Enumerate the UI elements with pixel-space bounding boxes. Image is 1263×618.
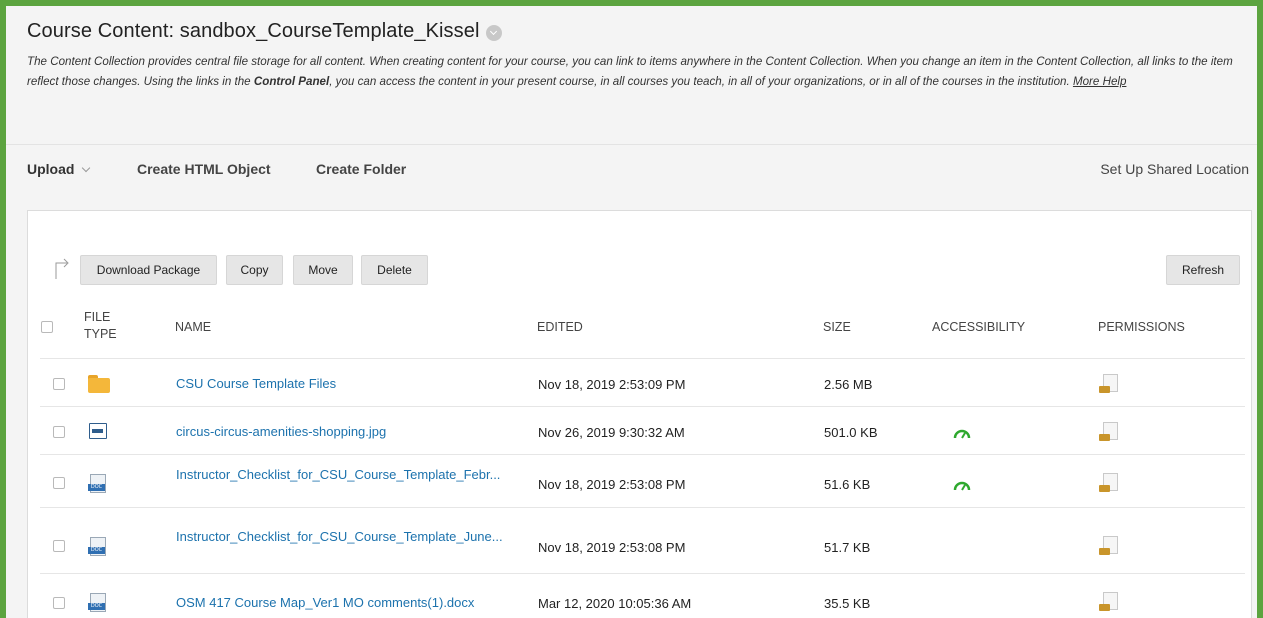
item-size: 35.5 KB [824,596,871,611]
row-divider [40,573,1245,574]
doc-file-icon: DOC [88,474,110,494]
permissions-icon[interactable] [1098,592,1120,612]
page-frame: Course Content: sandbox_CourseTemplate_K… [0,0,1263,618]
permissions-icon[interactable] [1098,473,1120,493]
item-name-link[interactable]: circus-circus-amenities-shopping.jpg [176,424,386,439]
row-divider [40,406,1245,407]
content-panel: Download Package Copy Move Delete Refres… [27,210,1252,618]
desc-text-2: , you can access the content in your pre… [329,75,1073,88]
row-checkbox[interactable] [53,426,65,438]
item-name-link[interactable]: CSU Course Template Files [176,376,336,391]
set-up-shared-location-button[interactable]: Set Up Shared Location [1100,161,1249,177]
page-header: Course Content: sandbox_CourseTemplate_K… [6,6,1257,144]
select-arrow-icon [55,258,69,279]
title-row: Course Content: sandbox_CourseTemplate_K… [27,20,502,43]
row-divider [40,507,1245,508]
row-checkbox[interactable] [53,378,65,390]
accessibility-score-icon[interactable] [953,427,971,439]
image-file-icon [88,422,110,442]
permissions-icon[interactable] [1098,374,1120,394]
item-size: 51.6 KB [824,477,871,492]
row-divider [40,454,1245,455]
select-all-checkbox[interactable] [41,321,53,333]
item-name-link[interactable]: OSM 417 Course Map_Ver1 MO comments(1).d… [176,595,474,610]
page-title: Course Content: sandbox_CourseTemplate_K… [27,20,480,42]
doc-file-icon: DOC [88,593,110,613]
delete-button[interactable]: Delete [361,255,428,285]
header-divider-line [40,358,1245,359]
upload-menu[interactable]: Upload [27,161,91,177]
download-package-button[interactable]: Download Package [80,255,217,285]
item-edited: Nov 18, 2019 2:53:08 PM [538,540,686,555]
item-size: 51.7 KB [824,540,871,555]
item-edited: Nov 18, 2019 2:53:09 PM [538,377,686,392]
title-options-icon[interactable] [485,24,502,41]
column-size[interactable]: Size [823,320,851,334]
upload-label: Upload [27,161,75,177]
permissions-icon[interactable] [1098,422,1120,442]
row-checkbox[interactable] [53,477,65,489]
refresh-button[interactable]: Refresh [1166,255,1240,285]
item-size: 501.0 KB [824,425,878,440]
column-edited[interactable]: Edited [537,320,583,334]
permissions-icon[interactable] [1098,536,1120,556]
column-file-type-line2: Type [84,327,117,341]
item-size: 2.56 MB [824,377,873,392]
item-edited: Nov 26, 2019 9:30:32 AM [538,425,685,440]
row-checkbox[interactable] [53,540,65,552]
move-button[interactable]: Move [293,255,353,285]
item-edited: Nov 18, 2019 2:53:08 PM [538,477,686,492]
action-bar: Upload Create HTML Object Create Folder … [6,145,1257,193]
column-file-type-line1: File [84,310,111,324]
column-name[interactable]: Name [175,320,211,334]
desc-control-panel: Control Panel [253,75,330,88]
doc-file-icon: DOC [88,537,110,557]
item-name-link[interactable]: Instructor_Checklist_for_CSU_Course_Temp… [176,467,500,482]
row-checkbox[interactable] [53,597,65,609]
accessibility-score-icon[interactable] [953,479,971,491]
folder-icon [88,374,110,394]
more-help-link[interactable]: More Help [1073,75,1126,88]
column-permissions: Permissions [1098,320,1185,334]
column-file-type: File Type [84,309,117,343]
item-name-link[interactable]: Instructor_Checklist_for_CSU_Course_Temp… [176,529,503,544]
column-accessibility: Accessibility [932,320,1026,334]
chevron-down-icon [82,163,91,173]
copy-button[interactable]: Copy [226,255,283,285]
item-edited: Mar 12, 2020 10:05:36 AM [538,596,692,611]
page-description: The Content Collection provides central … [27,52,1257,92]
create-html-object-button[interactable]: Create HTML Object [137,161,271,177]
create-folder-button[interactable]: Create Folder [316,161,406,177]
